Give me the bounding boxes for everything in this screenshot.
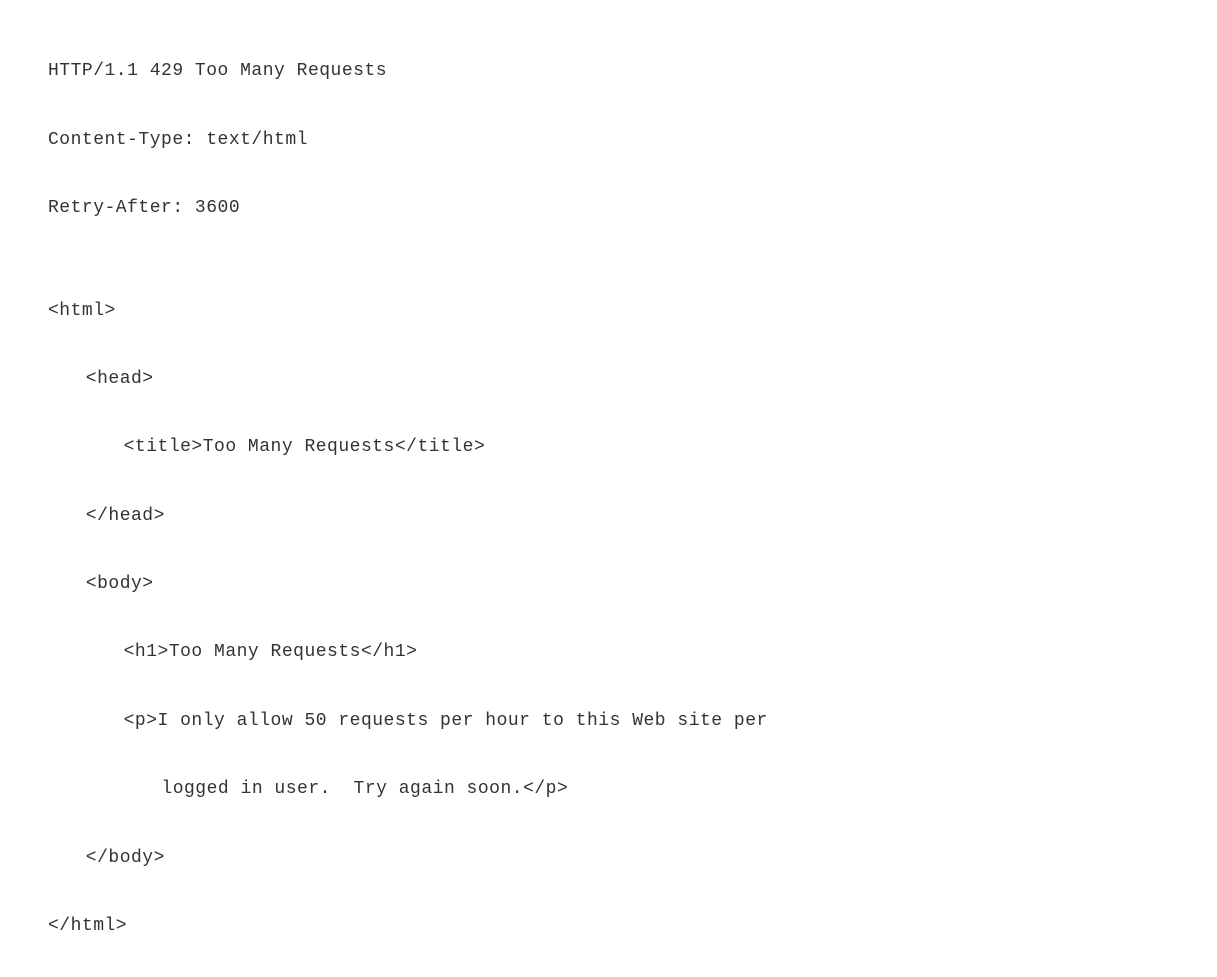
- head-close-tag: </head>: [48, 499, 1217, 533]
- http-response-code-block: HTTP/1.1 429 Too Many Requests Content-T…: [48, 20, 1217, 977]
- html-open-tag: <html>: [48, 294, 1217, 328]
- title-tag: <title>Too Many Requests</title>: [48, 430, 1217, 464]
- head-open-tag: <head>: [48, 362, 1217, 396]
- html-close-tag: </html>: [48, 909, 1217, 943]
- p-tag-line1: <p>I only allow 50 requests per hour to …: [48, 704, 1217, 738]
- header-content-type: Content-Type: text/html: [48, 123, 1217, 157]
- p-tag-line2: logged in user. Try again soon.</p>: [48, 772, 1217, 806]
- body-close-tag: </body>: [48, 841, 1217, 875]
- header-retry-after: Retry-After: 3600: [48, 191, 1217, 225]
- body-open-tag: <body>: [48, 567, 1217, 601]
- h1-tag: <h1>Too Many Requests</h1>: [48, 635, 1217, 669]
- status-line: HTTP/1.1 429 Too Many Requests: [48, 54, 1217, 88]
